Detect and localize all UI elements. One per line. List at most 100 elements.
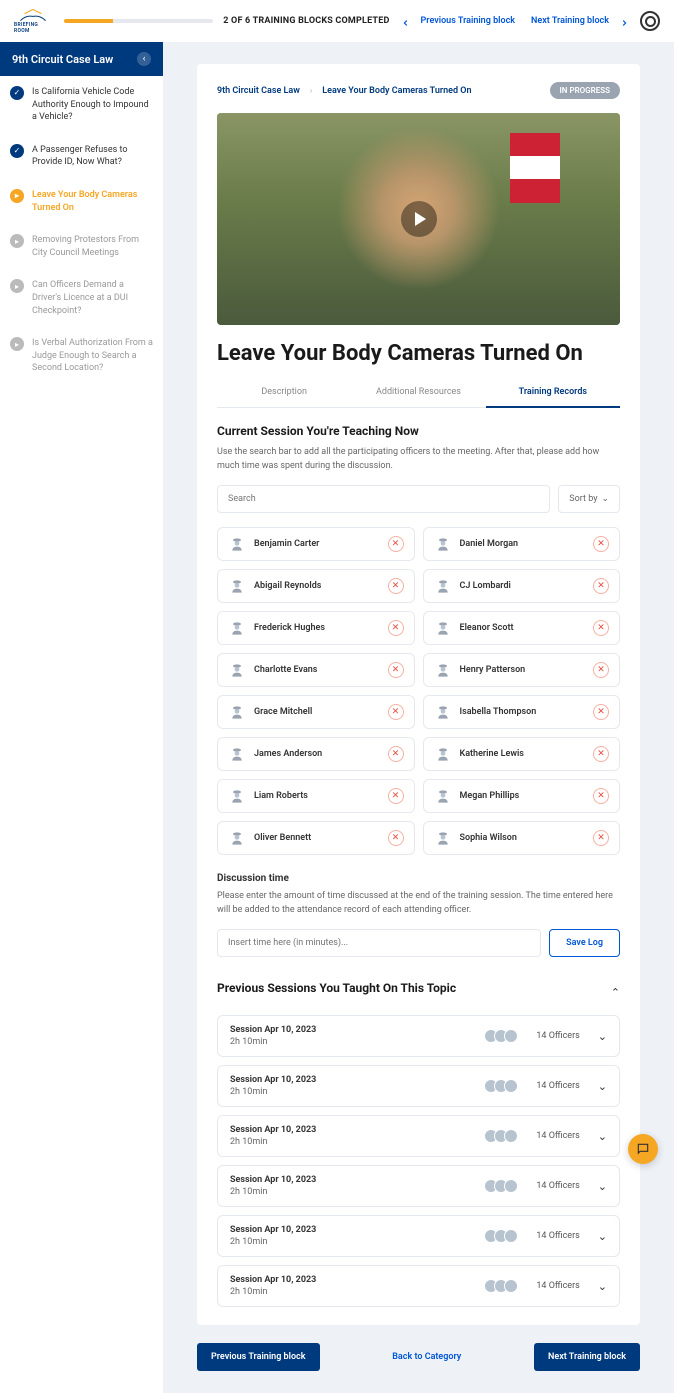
officer-name: Liam Roberts <box>254 791 380 801</box>
discussion-label: Discussion time <box>217 873 620 884</box>
sidebar-title: 9th Circuit Case Law <box>12 53 113 66</box>
chat-fab[interactable] <box>628 1134 658 1164</box>
remove-officer-button[interactable]: ✕ <box>593 830 609 846</box>
logo[interactable]: BRIEFING ROOM <box>14 8 52 34</box>
remove-officer-button[interactable]: ✕ <box>388 578 404 594</box>
sidebar: 9th Circuit Case Law ‹ ✓Is California Ve… <box>0 42 163 1393</box>
remove-officer-button[interactable]: ✕ <box>593 662 609 678</box>
progress-text: 2 OF 6 TRAINING BLOCKS COMPLETED <box>223 16 389 26</box>
remove-officer-button[interactable]: ✕ <box>388 788 404 804</box>
officer-name: Benjamin Carter <box>254 539 380 549</box>
session-officer-count: 14 Officers <box>536 1131 579 1141</box>
remove-officer-button[interactable]: ✕ <box>593 578 609 594</box>
play-icon: ▸ <box>10 189 24 203</box>
remove-officer-button[interactable]: ✕ <box>593 788 609 804</box>
crumb-sep-icon: › <box>310 86 312 95</box>
officer-item: Grace Mitchell ✕ <box>217 695 415 729</box>
session-row[interactable]: Session Apr 10, 20232h 10min14 Officers⌄ <box>217 1015 620 1057</box>
discussion-help: Please enter the amount of time discusse… <box>217 890 620 917</box>
session-title: Session Apr 10, 2023 <box>230 1275 478 1285</box>
officer-item: Liam Roberts ✕ <box>217 779 415 813</box>
play-icon[interactable] <box>401 201 437 237</box>
sidebar-item[interactable]: ✓Is California Vehicle Code Authority En… <box>0 76 163 134</box>
session-officer-count: 14 Officers <box>536 1081 579 1091</box>
sidebar-item[interactable]: ▸Leave Your Body Cameras Turned On <box>0 179 163 224</box>
officer-name: Grace Mitchell <box>254 707 380 717</box>
next-block-link[interactable]: Next Training block <box>526 13 614 29</box>
remove-officer-button[interactable]: ✕ <box>593 746 609 762</box>
chevron-down-icon[interactable]: ⌄ <box>598 1030 607 1043</box>
remove-officer-button[interactable]: ✕ <box>593 536 609 552</box>
officer-name: James Anderson <box>254 749 380 759</box>
remove-officer-button[interactable]: ✕ <box>593 704 609 720</box>
session-row[interactable]: Session Apr 10, 20232h 10min14 Officers⌄ <box>217 1165 620 1207</box>
session-row[interactable]: Session Apr 10, 20232h 10min14 Officers⌄ <box>217 1215 620 1257</box>
breadcrumbs: 9th Circuit Case Law › Leave Your Body C… <box>217 82 620 99</box>
remove-officer-button[interactable]: ✕ <box>388 746 404 762</box>
session-avatars <box>488 1279 518 1293</box>
session-title: Session Apr 10, 2023 <box>230 1175 478 1185</box>
session-avatars <box>488 1129 518 1143</box>
remove-officer-button[interactable]: ✕ <box>388 662 404 678</box>
session-duration: 2h 10min <box>230 1187 478 1197</box>
session-duration: 2h 10min <box>230 1137 478 1147</box>
chevron-down-icon[interactable]: ⌄ <box>598 1230 607 1243</box>
session-row[interactable]: Session Apr 10, 20232h 10min14 Officers⌄ <box>217 1265 620 1307</box>
user-avatar[interactable] <box>640 11 660 31</box>
current-session-help: Use the search bar to add all the partic… <box>217 446 620 473</box>
tabs: Description Additional Resources Trainin… <box>217 378 620 408</box>
chevron-down-icon[interactable]: ⌄ <box>598 1080 607 1093</box>
tab-description[interactable]: Description <box>217 378 351 407</box>
officer-avatar-icon <box>434 703 452 721</box>
remove-officer-button[interactable]: ✕ <box>388 536 404 552</box>
officer-avatar-icon <box>228 829 246 847</box>
officer-item: Frederick Hughes ✕ <box>217 611 415 645</box>
session-avatars <box>488 1079 518 1093</box>
officer-item: CJ Lombardi✕ <box>423 569 621 603</box>
chevron-down-icon[interactable]: ⌄ <box>598 1280 607 1293</box>
sort-dropdown[interactable]: Sort by ⌄ <box>558 485 620 513</box>
officer-item: Daniel Morgan✕ <box>423 527 621 561</box>
search-input[interactable] <box>217 485 550 513</box>
sidebar-item[interactable]: ▸Removing Protestors From City Council M… <box>0 224 163 269</box>
prev-training-button[interactable]: Previous Training block <box>197 1343 320 1371</box>
officer-name: Frederick Hughes <box>254 623 380 633</box>
sidebar-item[interactable]: ▸Is Verbal Authorization From a Judge En… <box>0 327 163 385</box>
remove-officer-button[interactable]: ✕ <box>593 620 609 636</box>
prev-block-link[interactable]: Previous Training block <box>416 13 521 29</box>
chevron-down-icon[interactable]: ⌄ <box>598 1130 607 1143</box>
sidebar-header[interactable]: 9th Circuit Case Law ‹ <box>0 42 163 76</box>
video-player[interactable] <box>217 113 620 325</box>
dot-icon: ▸ <box>10 337 24 351</box>
session-title: Session Apr 10, 2023 <box>230 1075 478 1085</box>
crumb-root[interactable]: 9th Circuit Case Law <box>217 86 300 96</box>
next-training-button[interactable]: Next Training block <box>534 1343 640 1371</box>
back-to-category-link[interactable]: Back to Category <box>378 1343 475 1371</box>
save-log-button[interactable]: Save Log <box>549 929 620 957</box>
session-row[interactable]: Session Apr 10, 20232h 10min14 Officers⌄ <box>217 1065 620 1107</box>
time-input[interactable] <box>217 929 541 957</box>
sidebar-back-icon[interactable]: ‹ <box>137 52 151 66</box>
session-officer-count: 14 Officers <box>536 1281 579 1291</box>
officer-item: Isabella Thompson✕ <box>423 695 621 729</box>
remove-officer-button[interactable]: ✕ <box>388 704 404 720</box>
chevron-down-icon[interactable]: ⌄ <box>598 1180 607 1193</box>
tab-resources[interactable]: Additional Resources <box>351 378 485 407</box>
officer-name: Abigail Reynolds <box>254 581 380 591</box>
top-bar: BRIEFING ROOM 2 OF 6 TRAINING BLOCKS COM… <box>0 0 674 42</box>
officer-name: Henry Patterson <box>460 665 586 675</box>
officer-item: Abigail Reynolds ✕ <box>217 569 415 603</box>
session-avatars <box>488 1179 518 1193</box>
sidebar-item[interactable]: ✓A Passenger Refuses to Provide ID, Now … <box>0 134 163 179</box>
sidebar-item[interactable]: ▸Can Officers Demand a Driver's Licence … <box>0 269 163 327</box>
officer-avatar-icon <box>228 619 246 637</box>
remove-officer-button[interactable]: ✕ <box>388 830 404 846</box>
status-badge: IN PROGRESS <box>550 82 621 99</box>
dot-icon: ▸ <box>10 234 24 248</box>
progress-bar <box>64 19 213 23</box>
session-row[interactable]: Session Apr 10, 20232h 10min14 Officers⌄ <box>217 1115 620 1157</box>
officer-avatar-icon <box>228 661 246 679</box>
remove-officer-button[interactable]: ✕ <box>388 620 404 636</box>
tab-records[interactable]: Training Records <box>486 378 620 408</box>
collapse-icon[interactable]: ⌃ <box>611 986 620 999</box>
